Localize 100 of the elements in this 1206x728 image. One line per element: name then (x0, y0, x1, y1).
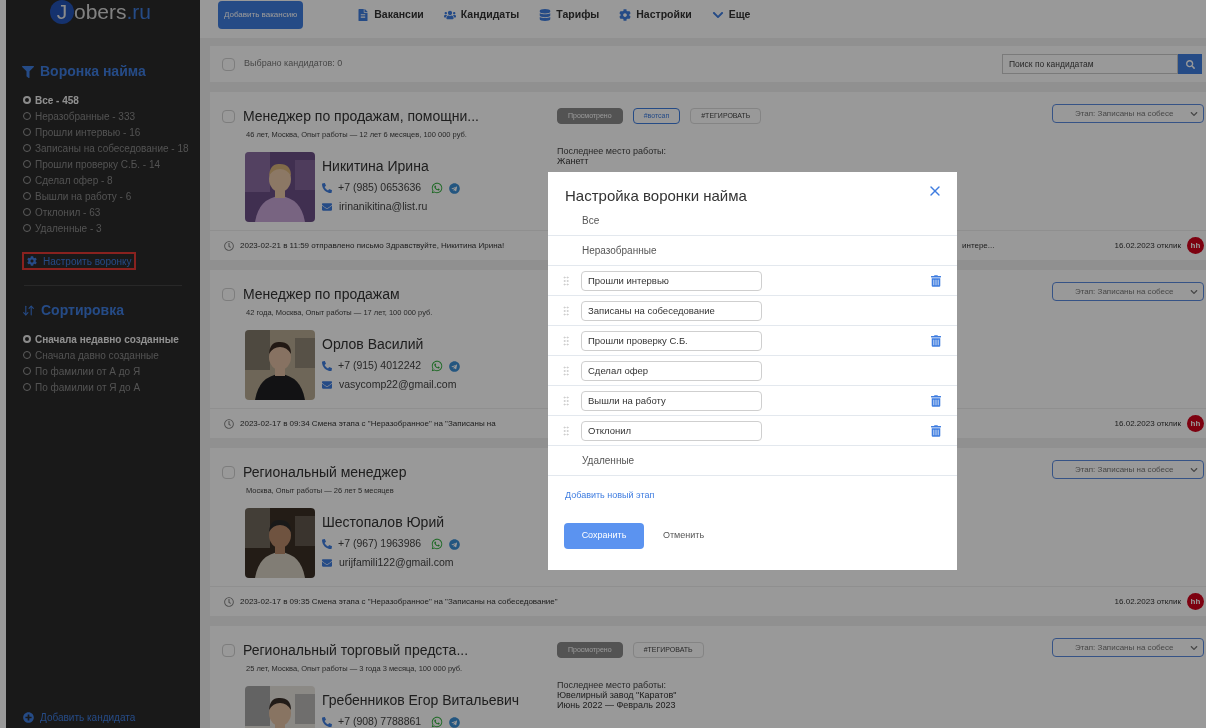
response-date: 16.02.2023 отклик (1114, 417, 1181, 430)
candidate-name[interactable]: Гребенников Егор Витальевич (322, 690, 520, 712)
vacancy-title[interactable]: Региональный менеджер (243, 462, 407, 483)
save-button[interactable]: Сохранить (564, 522, 644, 549)
add-icon (23, 712, 34, 723)
stage-name-field[interactable]: Записаны на собеседование (581, 300, 762, 321)
email-address[interactable]: irinanikitina@list.ru (339, 199, 428, 215)
activity-text: 2023-02-17 в 09:35 Смена этапа с "Неразобранное" на "Записаны на собеседование" (240, 595, 558, 608)
envelope-icon (322, 379, 332, 390)
sort-icon (22, 304, 35, 317)
stage-dropdown[interactable]: Этап: Записаны на собесе (1052, 460, 1204, 479)
checkbox[interactable] (222, 110, 235, 123)
stage-name-field[interactable]: Вышли на работу (581, 390, 762, 411)
nav-icon (539, 9, 552, 21)
filter-icon (22, 65, 34, 78)
trash-icon[interactable] (931, 274, 941, 287)
clock-icon (224, 596, 234, 607)
last-job-label: Последнее место работы: (557, 146, 668, 156)
envelope-icon (322, 557, 332, 568)
last-job-text: Жанетт (557, 156, 590, 166)
radio-selected-icon[interactable] (23, 335, 31, 343)
stage-name-field[interactable]: Отклонил (581, 420, 762, 441)
nav-link[interactable]: Еще (711, 7, 751, 23)
telegram-icon[interactable] (449, 538, 461, 550)
nav-link[interactable]: Вакансии (357, 7, 424, 23)
trash-icon[interactable] (931, 424, 941, 437)
source-badge: hh (1187, 237, 1204, 254)
section-title: Воронка найма (40, 62, 146, 81)
dialog-title: Настройка воронки найма (565, 187, 747, 205)
stage-name-field[interactable]: Сделал офер (581, 360, 762, 381)
telegram-icon[interactable] (449, 716, 461, 728)
phone-icon (322, 183, 332, 194)
nav-icon (711, 9, 724, 21)
stage-dropdown[interactable]: Этап: Записаны на собесе (1052, 104, 1204, 123)
trash-icon[interactable] (931, 334, 941, 347)
phone-number[interactable]: +7 (915) 4012242 (338, 358, 422, 374)
stage-name-field[interactable]: Прошли проверку С.Б. (581, 330, 762, 351)
nav-link[interactable]: Настройки (619, 7, 692, 23)
nav-icon (357, 9, 370, 21)
stage-name-field[interactable]: Прошли интервью (581, 270, 762, 291)
candidate-name[interactable]: Никитина Ирина (322, 156, 461, 178)
last-job-text: Ювелирный завод "Каратов" (557, 690, 678, 700)
radio-selected-icon[interactable] (23, 96, 31, 104)
whatsapp-icon[interactable] (431, 716, 444, 728)
search-field[interactable]: Поиск по кандидатам (1002, 54, 1178, 74)
vacancy-title[interactable]: Менеджер по продажам (243, 284, 400, 305)
whatsapp-icon[interactable] (431, 182, 444, 195)
cancel-button[interactable]: Отменить (663, 528, 705, 543)
phone-number[interactable]: +7 (985) 0653636 (338, 180, 422, 196)
stage-dropdown[interactable]: Этап: Записаны на собесе (1052, 638, 1204, 657)
search-button[interactable] (1178, 54, 1202, 74)
candidate-name[interactable]: Шестопалов Юрий (322, 512, 461, 534)
vacancy-title[interactable]: Менеджер по продажам, помощни... (243, 106, 479, 127)
telegram-icon[interactable] (449, 182, 461, 194)
candidate-name[interactable]: Орлов Василий (322, 334, 461, 356)
source-badge: hh (1187, 593, 1204, 610)
clock-icon (224, 418, 234, 429)
phone-number[interactable]: +7 (967) 1963986 (338, 536, 422, 552)
response-date: 16.02.2023 отклик (1114, 595, 1181, 608)
checkbox[interactable] (222, 466, 235, 479)
gear-icon (27, 256, 37, 266)
selected-count: Выбрано кандидатов: 0 (244, 57, 343, 71)
filter-option[interactable]: Все - 458 (35, 92, 79, 108)
nav-link[interactable]: Тарифы (539, 7, 600, 23)
envelope-icon (322, 201, 332, 212)
filter-option[interactable]: Сначала недавно созданные (35, 331, 179, 347)
activity-text: 2023-02-21 в 11:59 отправлено письмо Здравствуйте, Никитина Ирина! (240, 239, 505, 252)
section-title: Сортировка (41, 301, 124, 320)
chevron-down-icon (1190, 465, 1198, 474)
checkbox[interactable] (222, 644, 235, 657)
stage-label: Удаленные (582, 454, 635, 468)
logo[interactable]: J obers.ru (50, 0, 188, 27)
add-stage-link[interactable]: Добавить новый этап (565, 489, 655, 503)
phone-icon (322, 717, 332, 728)
activity-text: интере... (962, 239, 995, 252)
phone-icon (322, 361, 332, 372)
trash-icon[interactable] (931, 394, 941, 407)
last-job-label: Последнее место работы: (557, 680, 668, 690)
source-badge: hh (1187, 415, 1204, 432)
nav-icon (443, 9, 456, 21)
vacancy-title[interactable]: Региональный торговый предста... (243, 640, 469, 661)
whatsapp-icon[interactable] (431, 538, 444, 551)
chevron-down-icon (1190, 287, 1198, 296)
email-address[interactable]: urijfamili122@gmail.com (339, 555, 454, 571)
add-vacancy-button[interactable]: Добавить вакансию (218, 1, 304, 29)
stage-label: Неразобранные (582, 244, 657, 258)
stage-label: Все (582, 214, 600, 228)
checkbox[interactable] (222, 57, 235, 71)
nav-link[interactable]: Кандидаты (443, 7, 520, 23)
stage-dropdown[interactable]: Этап: Записаны на собесе (1052, 282, 1204, 301)
telegram-icon[interactable] (449, 360, 461, 372)
phone-number[interactable]: +7 (908) 7788861 (338, 714, 422, 728)
checkbox[interactable] (222, 288, 235, 301)
response-date: 16.02.2023 отклик (1114, 239, 1181, 252)
whatsapp-icon[interactable] (431, 360, 444, 373)
last-job-text: Июнь 2022 — Февраль 2023 (557, 700, 677, 710)
clock-icon (224, 240, 234, 251)
search-icon (1185, 59, 1195, 69)
chevron-down-icon (1190, 109, 1198, 118)
email-address[interactable]: vasycomp22@gmail.com (339, 377, 457, 393)
